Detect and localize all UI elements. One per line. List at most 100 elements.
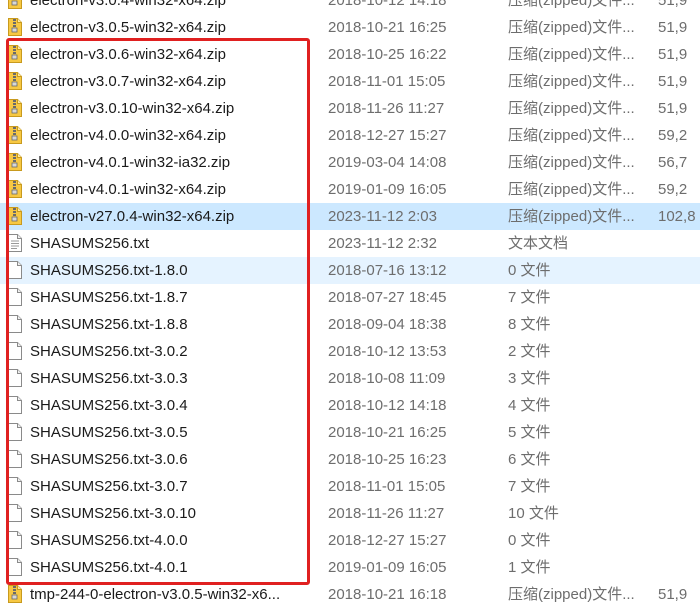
- file-row[interactable]: electron-v3.0.5-win32-x64.zip 2018-10-21 …: [0, 14, 700, 41]
- file-name: electron-v4.0.0-win32-x64.zip: [30, 127, 226, 144]
- file-row[interactable]: SHASUMS256.txt-1.8.8 2018-09-04 18:38 8 文件: [0, 311, 700, 338]
- file-name: electron-v3.0.5-win32-x64.zip: [30, 19, 226, 36]
- file-name: electron-v3.0.4-win32-x64.zip: [30, 0, 226, 9]
- file-name: electron-v3.0.7-win32-x64.zip: [30, 73, 226, 90]
- file-type: 3 文件: [508, 370, 551, 387]
- file-date-modified: 2018-10-25 16:22: [328, 46, 447, 63]
- file-size: 51,9: [658, 586, 688, 603]
- file-type: 压缩(zipped)文件...: [508, 46, 635, 63]
- blank-file-icon: [8, 315, 22, 333]
- file-row[interactable]: SHASUMS256.txt-3.0.6 2018-10-25 16:23 6 文件: [0, 446, 700, 473]
- file-row[interactable]: SHASUMS256.txt-1.8.0 2018-07-16 13:12 0 文件: [0, 257, 700, 284]
- file-date-modified: 2018-10-12 14:18: [328, 0, 447, 9]
- blank-file-icon: [8, 558, 22, 576]
- file-name: SHASUMS256.txt-3.0.2: [30, 343, 188, 360]
- file-row[interactable]: SHASUMS256.txt-3.0.3 2018-10-08 11:09 3 文件: [0, 365, 700, 392]
- blank-file-icon: [8, 261, 22, 279]
- file-type: 4 文件: [508, 397, 551, 414]
- file-row[interactable]: SHASUMS256.txt-3.0.2 2018-10-12 13:53 2 文件: [0, 338, 700, 365]
- file-type: 压缩(zipped)文件...: [508, 73, 635, 90]
- file-row[interactable]: electron-v3.0.6-win32-x64.zip 2018-10-25 …: [0, 41, 700, 68]
- file-row[interactable]: electron-v3.0.10-win32-x64.zip 2018-11-26…: [0, 95, 700, 122]
- file-type: 6 文件: [508, 451, 551, 468]
- file-row[interactable]: electron-v3.0.4-win32-x64.zip 2018-10-12 …: [0, 0, 700, 14]
- file-name: SHASUMS256.txt-4.0.0: [30, 532, 188, 549]
- file-date-modified: 2019-01-09 16:05: [328, 559, 447, 576]
- file-row[interactable]: SHASUMS256.txt-4.0.0 2018-12-27 15:27 0 文件: [0, 527, 700, 554]
- file-type: 文本文档: [508, 235, 569, 252]
- file-name: SHASUMS256.txt-3.0.6: [30, 451, 188, 468]
- file-name: SHASUMS256.txt-3.0.10: [30, 505, 196, 522]
- file-date-modified: 2018-11-26 11:27: [328, 505, 445, 522]
- file-row[interactable]: SHASUMS256.txt-1.8.7 2018-07-27 18:45 7 文件: [0, 284, 700, 311]
- file-row[interactable]: electron-v4.0.1-win32-x64.zip 2019-01-09 …: [0, 176, 700, 203]
- file-type: 压缩(zipped)文件...: [508, 154, 635, 171]
- zip-file-icon: [8, 207, 22, 225]
- file-date-modified: 2019-03-04 14:08: [328, 154, 447, 171]
- file-date-modified: 2018-11-26 11:27: [328, 100, 445, 117]
- file-date-modified: 2018-11-01 15:05: [328, 478, 446, 495]
- file-row[interactable]: electron-v27.0.4-win32-x64.zip 2023-11-12…: [0, 203, 700, 230]
- file-size: 59,2: [658, 181, 688, 198]
- file-name: SHASUMS256.txt-1.8.0: [30, 262, 188, 279]
- file-type: 压缩(zipped)文件...: [508, 181, 635, 198]
- file-size: 51,9: [658, 0, 688, 9]
- file-size: 56,7: [658, 154, 688, 171]
- zip-file-icon: [8, 99, 22, 117]
- blank-file-icon: [8, 531, 22, 549]
- file-name: SHASUMS256.txt: [30, 235, 150, 252]
- file-row[interactable]: SHASUMS256.txt-4.0.1 2019-01-09 16:05 1 文件: [0, 554, 700, 581]
- file-type: 0 文件: [508, 532, 551, 549]
- file-date-modified: 2018-07-16 13:12: [328, 262, 447, 279]
- file-row[interactable]: SHASUMS256.txt-3.0.10 2018-11-26 11:27 10 …: [0, 500, 700, 527]
- text-file-icon: [8, 234, 22, 252]
- file-row[interactable]: electron-v3.0.7-win32-x64.zip 2018-11-01 …: [0, 68, 700, 95]
- file-date-modified: 2018-10-21 16:25: [328, 19, 447, 36]
- file-name: electron-v4.0.1-win32-ia32.zip: [30, 154, 231, 171]
- file-date-modified: 2023-11-12 2:03: [328, 208, 437, 225]
- blank-file-icon: [8, 396, 22, 414]
- file-name: SHASUMS256.txt-3.0.5: [30, 424, 188, 441]
- file-row[interactable]: SHASUMS256.txt-3.0.7 2018-11-01 15:05 7 文件: [0, 473, 700, 500]
- file-size: 102,8: [658, 208, 696, 225]
- file-date-modified: 2023-11-12 2:32: [328, 235, 437, 252]
- file-date-modified: 2018-11-01 15:05: [328, 73, 446, 90]
- file-list: electron-v3.0.4-win32-x64.zip 2018-10-12 …: [0, 0, 700, 608]
- blank-file-icon: [8, 477, 22, 495]
- file-type: 7 文件: [508, 478, 551, 495]
- file-name: tmp-244-0-electron-v3.0.5-win32-x6...: [30, 586, 281, 603]
- zip-file-icon: [8, 18, 22, 36]
- file-row[interactable]: electron-v4.0.0-win32-x64.zip 2018-12-27 …: [0, 122, 700, 149]
- zip-file-icon: [8, 180, 22, 198]
- file-type: 压缩(zipped)文件...: [508, 127, 635, 144]
- file-size: 51,9: [658, 100, 688, 117]
- file-type: 10 文件: [508, 505, 559, 522]
- file-row[interactable]: electron-v4.0.1-win32-ia32.zip 2019-03-04…: [0, 149, 700, 176]
- file-type: 压缩(zipped)文件...: [508, 100, 635, 117]
- file-size: 51,9: [658, 19, 688, 36]
- file-name: electron-v3.0.10-win32-x64.zip: [30, 100, 235, 117]
- file-date-modified: 2018-09-04 18:38: [328, 316, 447, 333]
- file-date-modified: 2019-01-09 16:05: [328, 181, 447, 198]
- file-size: 51,9: [658, 46, 688, 63]
- file-type: 5 文件: [508, 424, 551, 441]
- file-name: SHASUMS256.txt-3.0.3: [30, 370, 188, 387]
- file-size: 51,9: [658, 73, 688, 90]
- file-name: SHASUMS256.txt-1.8.8: [30, 316, 188, 333]
- file-row[interactable]: SHASUMS256.txt-3.0.4 2018-10-12 14:18 4 文件: [0, 392, 700, 419]
- file-type: 0 文件: [508, 262, 551, 279]
- file-name: SHASUMS256.txt-3.0.4: [30, 397, 188, 414]
- blank-file-icon: [8, 342, 22, 360]
- file-date-modified: 2018-10-21 16:18: [328, 586, 447, 603]
- file-date-modified: 2018-10-12 13:53: [328, 343, 447, 360]
- zip-file-icon: [8, 585, 22, 603]
- file-row[interactable]: SHASUMS256.txt-3.0.5 2018-10-21 16:25 5 文件: [0, 419, 700, 446]
- file-size: 59,2: [658, 127, 688, 144]
- file-row[interactable]: tmp-244-0-electron-v3.0.5-win32-x6... 201…: [0, 581, 700, 608]
- file-type: 压缩(zipped)文件...: [508, 208, 635, 225]
- file-row[interactable]: SHASUMS256.txt 2023-11-12 2:32 文本文档: [0, 230, 700, 257]
- zip-file-icon: [8, 45, 22, 63]
- file-date-modified: 2018-12-27 15:27: [328, 127, 447, 144]
- file-type: 7 文件: [508, 289, 551, 306]
- file-type: 压缩(zipped)文件...: [508, 586, 635, 603]
